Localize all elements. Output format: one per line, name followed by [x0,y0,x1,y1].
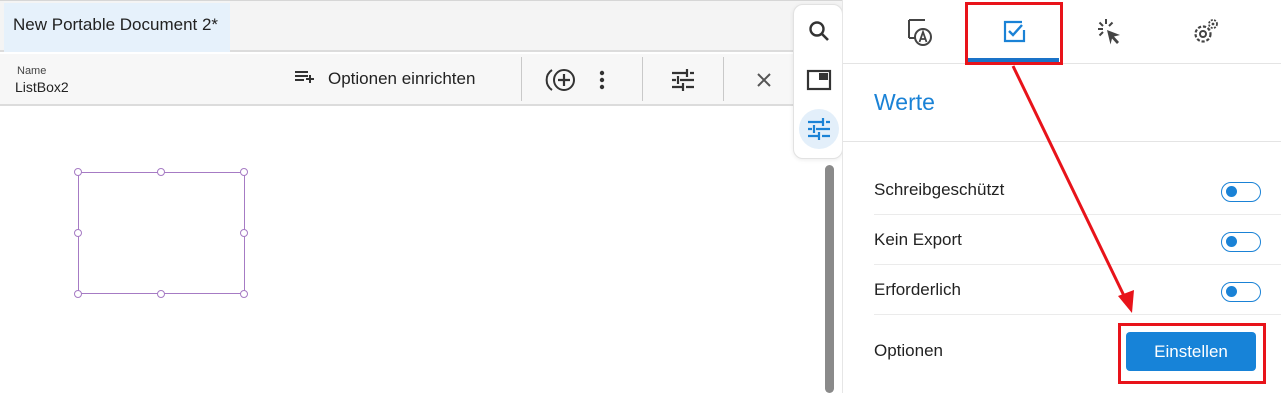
tune-icon[interactable] [668,66,698,94]
resize-handle[interactable] [240,290,248,298]
toolbar-divider [642,57,643,101]
picture-in-picture-icon[interactable] [799,60,839,100]
toolbar-divider [521,57,522,101]
options-label: Optionen [874,341,943,360]
field-properties-bar: Name ListBox2 Optionen einrichten [0,54,842,106]
setting-row-readonly: Schreibgeschützt [843,170,1281,210]
readonly-toggle[interactable] [1221,182,1261,202]
row-divider [874,264,1281,265]
toggle-knob [1226,286,1237,297]
field-name-label: Name [17,65,47,77]
setting-label: Schreibgeschützt [874,180,1005,199]
properties-panel: Werte Schreibgeschützt Kein Export Erfor… [842,0,1281,393]
playlist-add-icon [292,65,316,94]
no-export-toggle[interactable] [1221,232,1261,252]
row-divider [874,214,1281,215]
page-canvas[interactable] [0,108,822,393]
setup-options-label: Optionen einrichten [328,69,476,88]
annotation-highlight-tab [965,2,1063,65]
resize-handle[interactable] [240,229,248,237]
form-text-icon[interactable] [890,10,950,54]
toggle-knob [1226,186,1237,197]
add-circle-icon[interactable] [544,66,580,94]
setting-label: Erforderlich [874,280,961,299]
tool-strip [793,4,843,159]
section-divider [843,141,1281,142]
document-editor: New Portable Document 2* Name ListBox2 O… [0,0,842,393]
close-icon[interactable] [752,68,776,92]
row-divider [874,314,1281,315]
toggle-knob [1226,236,1237,247]
listbox-field-selection[interactable] [74,168,248,298]
cursor-click-icon[interactable] [1079,10,1139,54]
resize-handle[interactable] [157,290,165,298]
setting-label: Kein Export [874,230,962,249]
resize-handle[interactable] [74,290,82,298]
required-toggle[interactable] [1221,282,1261,302]
document-tab[interactable]: New Portable Document 2* [4,3,230,52]
document-tab-title: New Portable Document 2* [13,15,219,34]
section-title: Werte [874,89,935,115]
vertical-scrollbar[interactable] [825,165,834,393]
field-name-value[interactable]: ListBox2 [15,79,69,95]
resize-handle[interactable] [74,229,82,237]
annotation-highlight-button [1118,323,1266,384]
setup-options-button[interactable]: Optionen einrichten [292,64,475,94]
document-tab-bar: New Portable Document 2* [0,0,842,52]
toolbar-divider [723,57,724,101]
setting-row-required: Erforderlich [843,270,1281,310]
resize-handle[interactable] [240,168,248,176]
resize-handle[interactable] [157,168,165,176]
tune-icon[interactable] [799,109,839,149]
search-icon[interactable] [799,11,839,51]
setting-row-no-export: Kein Export [843,220,1281,260]
gear-icon[interactable] [1175,10,1235,54]
resize-handle[interactable] [74,168,82,176]
more-vert-icon[interactable] [592,66,612,94]
